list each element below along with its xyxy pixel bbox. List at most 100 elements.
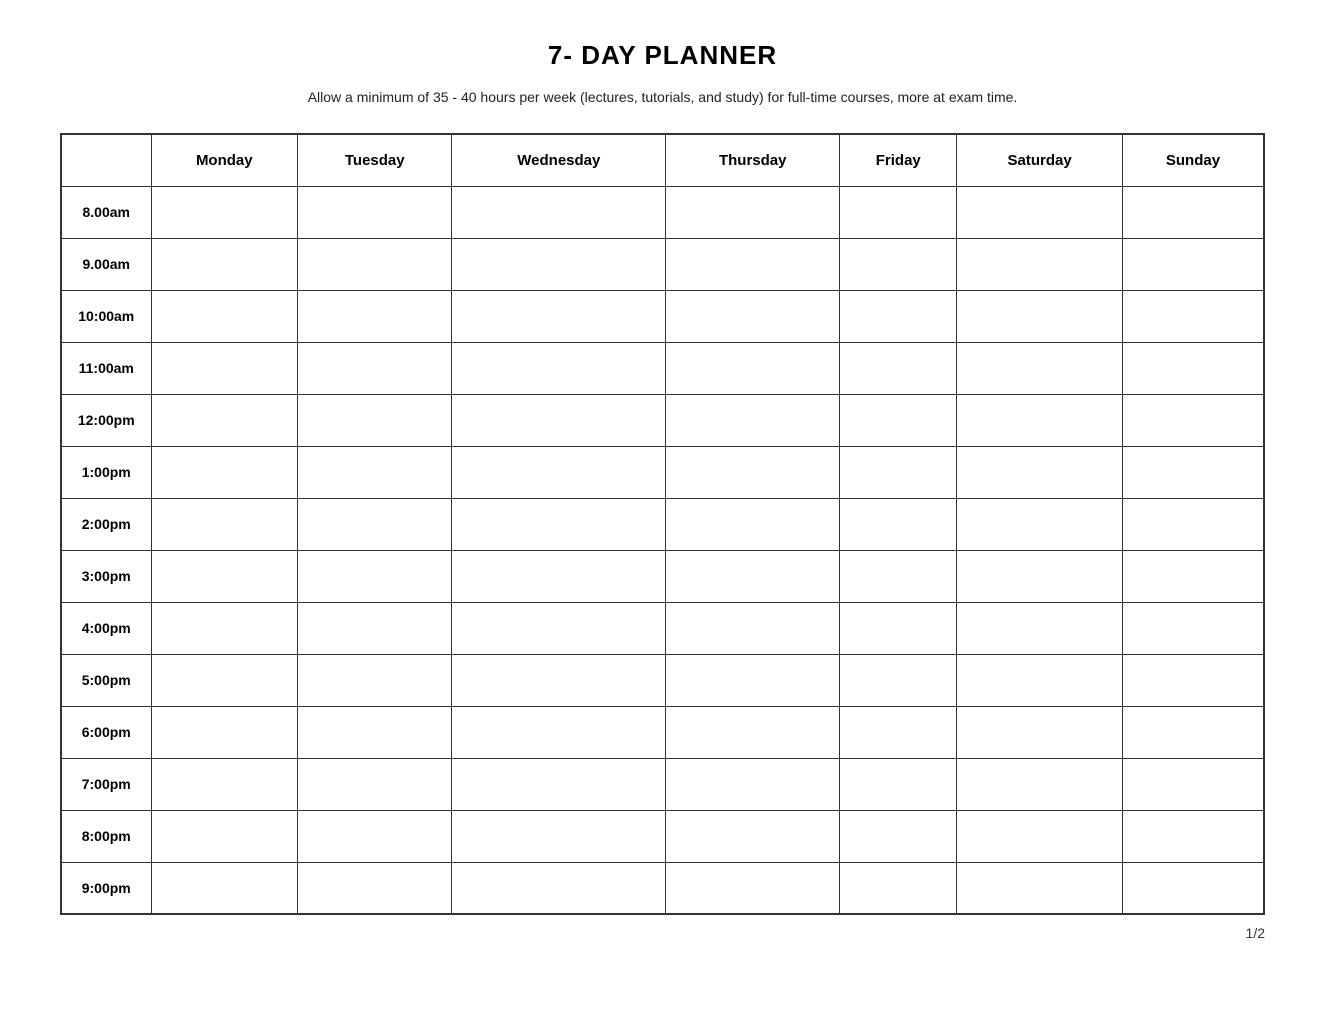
cell-friday-800am[interactable] (840, 186, 957, 238)
cell-friday-400pm[interactable] (840, 602, 957, 654)
cell-friday-1200pm[interactable] (840, 394, 957, 446)
cell-saturday-400pm[interactable] (957, 602, 1123, 654)
cell-tuesday-500pm[interactable] (298, 654, 452, 706)
cell-sunday-500pm[interactable] (1122, 654, 1264, 706)
cell-saturday-1000am[interactable] (957, 290, 1123, 342)
cell-thursday-1100am[interactable] (666, 342, 840, 394)
cell-thursday-500pm[interactable] (666, 654, 840, 706)
cell-tuesday-800pm[interactable] (298, 810, 452, 862)
cell-wednesday-900pm[interactable] (452, 862, 666, 914)
cell-monday-100pm[interactable] (151, 446, 298, 498)
cell-sunday-1100am[interactable] (1122, 342, 1264, 394)
cell-wednesday-800pm[interactable] (452, 810, 666, 862)
cell-friday-900pm[interactable] (840, 862, 957, 914)
cell-sunday-600pm[interactable] (1122, 706, 1264, 758)
cell-sunday-400pm[interactable] (1122, 602, 1264, 654)
cell-wednesday-300pm[interactable] (452, 550, 666, 602)
cell-wednesday-800am[interactable] (452, 186, 666, 238)
cell-monday-900pm[interactable] (151, 862, 298, 914)
cell-thursday-1200pm[interactable] (666, 394, 840, 446)
cell-monday-1200pm[interactable] (151, 394, 298, 446)
cell-tuesday-1200pm[interactable] (298, 394, 452, 446)
cell-thursday-400pm[interactable] (666, 602, 840, 654)
cell-monday-800pm[interactable] (151, 810, 298, 862)
cell-friday-900am[interactable] (840, 238, 957, 290)
cell-tuesday-400pm[interactable] (298, 602, 452, 654)
cell-friday-1100am[interactable] (840, 342, 957, 394)
cell-friday-200pm[interactable] (840, 498, 957, 550)
cell-thursday-100pm[interactable] (666, 446, 840, 498)
cell-wednesday-900am[interactable] (452, 238, 666, 290)
cell-saturday-1100am[interactable] (957, 342, 1123, 394)
cell-saturday-300pm[interactable] (957, 550, 1123, 602)
cell-wednesday-400pm[interactable] (452, 602, 666, 654)
cell-sunday-800am[interactable] (1122, 186, 1264, 238)
cell-monday-1000am[interactable] (151, 290, 298, 342)
cell-wednesday-1100am[interactable] (452, 342, 666, 394)
cell-sunday-200pm[interactable] (1122, 498, 1264, 550)
cell-monday-200pm[interactable] (151, 498, 298, 550)
cell-friday-600pm[interactable] (840, 706, 957, 758)
cell-sunday-100pm[interactable] (1122, 446, 1264, 498)
cell-monday-700pm[interactable] (151, 758, 298, 810)
cell-wednesday-700pm[interactable] (452, 758, 666, 810)
cell-monday-600pm[interactable] (151, 706, 298, 758)
table-row: 7:00pm (61, 758, 1264, 810)
cell-friday-300pm[interactable] (840, 550, 957, 602)
cell-wednesday-500pm[interactable] (452, 654, 666, 706)
cell-tuesday-1000am[interactable] (298, 290, 452, 342)
cell-wednesday-200pm[interactable] (452, 498, 666, 550)
cell-friday-100pm[interactable] (840, 446, 957, 498)
cell-saturday-900pm[interactable] (957, 862, 1123, 914)
cell-thursday-1000am[interactable] (666, 290, 840, 342)
cell-friday-1000am[interactable] (840, 290, 957, 342)
cell-saturday-700pm[interactable] (957, 758, 1123, 810)
cell-saturday-1200pm[interactable] (957, 394, 1123, 446)
cell-friday-700pm[interactable] (840, 758, 957, 810)
cell-monday-400pm[interactable] (151, 602, 298, 654)
cell-saturday-500pm[interactable] (957, 654, 1123, 706)
cell-saturday-200pm[interactable] (957, 498, 1123, 550)
cell-sunday-1200pm[interactable] (1122, 394, 1264, 446)
cell-wednesday-100pm[interactable] (452, 446, 666, 498)
cell-saturday-800pm[interactable] (957, 810, 1123, 862)
cell-tuesday-600pm[interactable] (298, 706, 452, 758)
cell-tuesday-300pm[interactable] (298, 550, 452, 602)
cell-saturday-100pm[interactable] (957, 446, 1123, 498)
cell-sunday-900pm[interactable] (1122, 862, 1264, 914)
cell-tuesday-200pm[interactable] (298, 498, 452, 550)
cell-wednesday-600pm[interactable] (452, 706, 666, 758)
table-row: 12:00pm (61, 394, 1264, 446)
cell-friday-800pm[interactable] (840, 810, 957, 862)
cell-wednesday-1000am[interactable] (452, 290, 666, 342)
cell-tuesday-1100am[interactable] (298, 342, 452, 394)
cell-sunday-900am[interactable] (1122, 238, 1264, 290)
cell-monday-900am[interactable] (151, 238, 298, 290)
cell-monday-500pm[interactable] (151, 654, 298, 706)
cell-saturday-600pm[interactable] (957, 706, 1123, 758)
cell-monday-1100am[interactable] (151, 342, 298, 394)
cell-thursday-300pm[interactable] (666, 550, 840, 602)
cell-tuesday-900am[interactable] (298, 238, 452, 290)
cell-thursday-200pm[interactable] (666, 498, 840, 550)
cell-friday-500pm[interactable] (840, 654, 957, 706)
cell-saturday-900am[interactable] (957, 238, 1123, 290)
cell-sunday-1000am[interactable] (1122, 290, 1264, 342)
cell-sunday-800pm[interactable] (1122, 810, 1264, 862)
cell-wednesday-1200pm[interactable] (452, 394, 666, 446)
cell-sunday-700pm[interactable] (1122, 758, 1264, 810)
cell-thursday-800pm[interactable] (666, 810, 840, 862)
cell-thursday-900pm[interactable] (666, 862, 840, 914)
cell-monday-800am[interactable] (151, 186, 298, 238)
cell-tuesday-900pm[interactable] (298, 862, 452, 914)
cell-thursday-800am[interactable] (666, 186, 840, 238)
cell-monday-300pm[interactable] (151, 550, 298, 602)
cell-sunday-300pm[interactable] (1122, 550, 1264, 602)
cell-thursday-900am[interactable] (666, 238, 840, 290)
cell-thursday-600pm[interactable] (666, 706, 840, 758)
cell-tuesday-700pm[interactable] (298, 758, 452, 810)
cell-saturday-800am[interactable] (957, 186, 1123, 238)
cell-tuesday-100pm[interactable] (298, 446, 452, 498)
cell-tuesday-800am[interactable] (298, 186, 452, 238)
cell-thursday-700pm[interactable] (666, 758, 840, 810)
